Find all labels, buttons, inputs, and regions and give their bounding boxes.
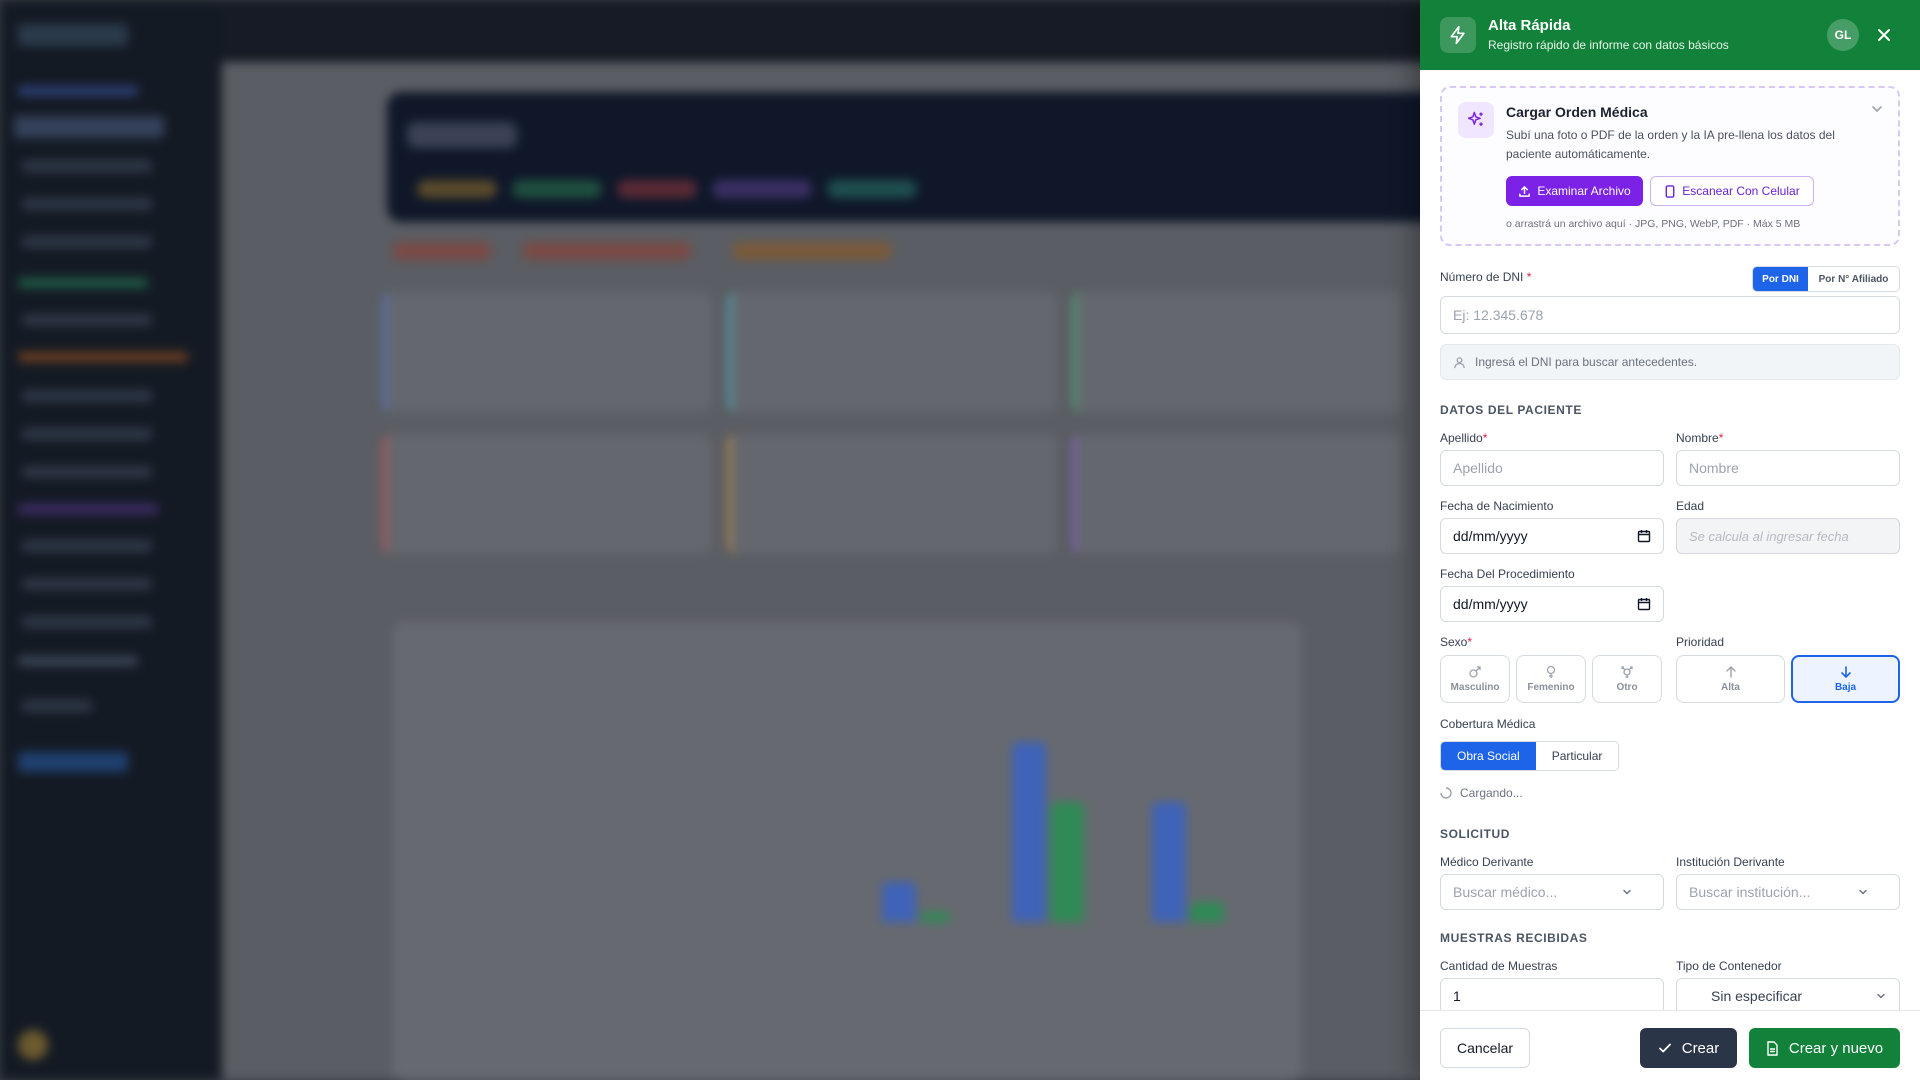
create-label: Crear <box>1681 1039 1720 1057</box>
doctor-label: Médico Derivante <box>1440 855 1534 869</box>
scan-phone-label: Escanear Con Celular <box>1682 184 1800 198</box>
samples-quantity-input[interactable]: 1 <box>1440 978 1664 1010</box>
browse-file-button[interactable]: Examinar Archivo <box>1506 176 1643 206</box>
dni-input[interactable]: Ej: 12.345.678 <box>1440 296 1900 334</box>
coverage-toggle: Obra Social Particular <box>1440 741 1620 771</box>
coverage-label: Cobertura Médica <box>1440 717 1536 731</box>
last-name-input[interactable]: Apellido <box>1440 450 1664 486</box>
loading-text: Cargando... <box>1460 786 1523 800</box>
birth-date-value: dd/mm/yyyy <box>1453 528 1528 544</box>
first-name-label: Nombre* <box>1676 431 1724 445</box>
user-avatar[interactable]: GL <box>1827 19 1859 51</box>
doctor-placeholder: Buscar médico... <box>1453 884 1558 900</box>
create-button[interactable]: Crear <box>1640 1028 1737 1068</box>
upload-note: o arrastrá un archivo aquí · JPG, PNG, W… <box>1506 218 1801 230</box>
coverage-option-particular[interactable]: Particular <box>1535 742 1619 770</box>
age-label: Edad <box>1676 499 1705 513</box>
sex-option-label: Otro <box>1616 682 1638 693</box>
priority-option-label: Baja <box>1834 682 1857 693</box>
check-icon <box>1658 1043 1671 1053</box>
priority-option-label: Alta <box>1721 682 1740 693</box>
male-icon <box>1469 666 1481 678</box>
samples-section-title: MUESTRAS RECIBIDAS <box>1440 931 1588 945</box>
procedure-date-input[interactable]: dd/mm/yyyy <box>1440 586 1664 622</box>
drawer-subtitle: Registro rápido de informe con datos bás… <box>1488 38 1729 52</box>
arrow-up-icon <box>1725 666 1736 678</box>
female-icon <box>1546 665 1556 678</box>
create-and-new-label: Crear y nuevo <box>1788 1039 1884 1057</box>
upload-icon <box>1519 185 1531 197</box>
doctor-select[interactable]: Buscar médico... <box>1440 874 1664 910</box>
drawer-footer: Cancelar Crear Crear y nuevo <box>1420 1010 1920 1080</box>
spinner-icon <box>1440 787 1452 799</box>
drawer-header: Alta Rápida Registro rápido de informe c… <box>1420 0 1920 70</box>
age-input: Se calcula al ingresar fecha <box>1676 518 1900 554</box>
birth-date-input[interactable]: dd/mm/yyyy <box>1440 518 1664 554</box>
quick-create-drawer: Alta Rápida Registro rápido de informe c… <box>1420 0 1920 1080</box>
sex-option-label: Femenino <box>1527 682 1575 693</box>
close-icon[interactable] <box>1872 23 1896 47</box>
dni-label: Número de DNI * <box>1440 270 1532 284</box>
upload-description: Subí una foto o PDF de la orden y la IA … <box>1506 128 1835 161</box>
transgender-icon <box>1621 666 1633 678</box>
sex-option-other[interactable]: Otro <box>1592 655 1662 703</box>
sex-option-female[interactable]: Femenino <box>1516 655 1586 703</box>
priority-option-low[interactable]: Baja <box>1791 655 1900 703</box>
phone-icon <box>1665 184 1675 198</box>
procedure-date-value: dd/mm/yyyy <box>1453 596 1528 612</box>
birth-date-label: Fecha de Nacimiento <box>1440 499 1554 513</box>
calendar-icon[interactable] <box>1637 597 1651 614</box>
drawer-title: Alta Rápida <box>1488 17 1571 34</box>
institution-placeholder: Buscar institución... <box>1689 884 1811 900</box>
priority-label: Prioridad <box>1676 635 1725 649</box>
mode-dni-button[interactable]: Por DNI <box>1753 267 1808 291</box>
calendar-icon[interactable] <box>1637 529 1651 546</box>
coverage-option-obra-social[interactable]: Obra Social <box>1441 742 1536 770</box>
last-name-label: Apellido* <box>1440 431 1488 445</box>
cancel-button[interactable]: Cancelar <box>1440 1028 1530 1068</box>
upload-order-card[interactable]: Cargar Orden Médica Subí una foto o PDF … <box>1440 86 1900 246</box>
dni-hint: Ingresá el DNI para buscar antecedentes. <box>1440 344 1900 380</box>
procedure-date-label: Fecha Del Procedimiento <box>1440 567 1575 581</box>
container-type-select[interactable]: Sin especificar <box>1676 978 1900 1010</box>
user-icon <box>1453 356 1466 372</box>
lightning-icon <box>1440 17 1476 53</box>
institution-select[interactable]: Buscar institución... <box>1676 874 1900 910</box>
scan-phone-button[interactable]: Escanear Con Celular <box>1650 176 1814 206</box>
chevron-down-icon <box>1621 885 1633 901</box>
arrow-down-icon <box>1840 666 1851 679</box>
first-name-input[interactable]: Nombre <box>1676 450 1900 486</box>
browse-file-label: Examinar Archivo <box>1537 184 1631 198</box>
drawer-body: Cargar Orden Médica Subí una foto o PDF … <box>1420 70 1920 1010</box>
sparkles-icon <box>1458 102 1494 138</box>
sex-option-label: Masculino <box>1450 682 1500 693</box>
dni-mode-toggle: Por DNI Por N° Afiliado <box>1752 266 1900 292</box>
dni-hint-text: Ingresá el DNI para buscar antecedentes. <box>1475 355 1698 369</box>
patient-section-title: DATOS DEL PACIENTE <box>1440 403 1582 417</box>
document-icon <box>1767 1040 1778 1056</box>
sidebar <box>0 0 222 1080</box>
priority-option-high[interactable]: Alta <box>1676 655 1785 703</box>
mode-affiliate-button[interactable]: Por N° Afiliado <box>1808 267 1899 291</box>
create-and-new-button[interactable]: Crear y nuevo <box>1749 1028 1900 1068</box>
coverage-loading: Cargando... <box>1440 786 1523 800</box>
upload-title: Cargar Orden Médica <box>1506 104 1648 120</box>
sex-option-male[interactable]: Masculino <box>1440 655 1510 703</box>
request-section-title: SOLICITUD <box>1440 827 1511 841</box>
chevron-down-icon <box>1857 885 1869 901</box>
chevron-down-icon[interactable] <box>1870 102 1886 118</box>
container-type-label: Tipo de Contenedor <box>1676 959 1782 973</box>
institution-label: Institución Derivante <box>1676 855 1785 869</box>
samples-quantity-label: Cantidad de Muestras <box>1440 959 1558 973</box>
container-type-value: Sin especificar <box>1711 988 1803 1004</box>
sex-label: Sexo* <box>1440 635 1473 649</box>
chevron-down-icon <box>1875 989 1887 1005</box>
